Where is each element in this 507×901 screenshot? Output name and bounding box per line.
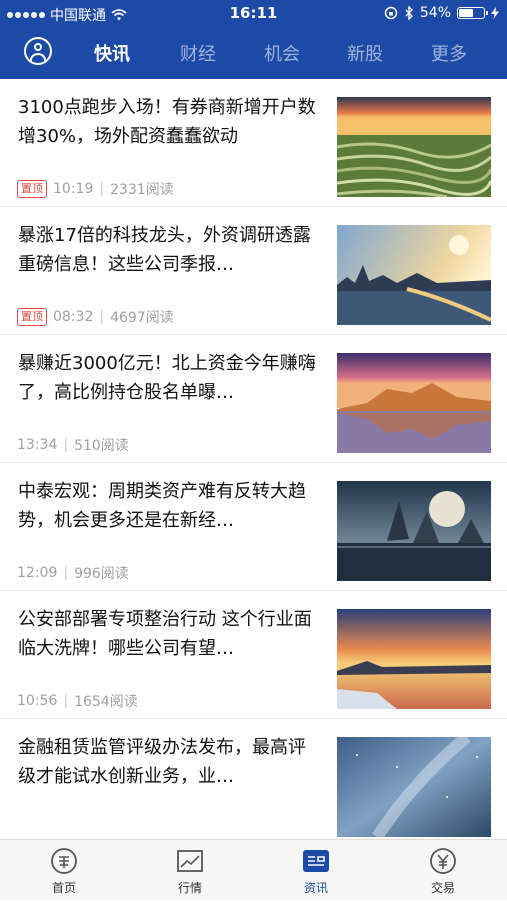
battery-percent: 54% xyxy=(419,5,451,21)
news-title[interactable]: 金融租赁监管评级办法发布，最高评级才能试水创新业务，业… xyxy=(18,733,318,791)
pinned-badge: 置顶 xyxy=(17,308,47,326)
news-reads: 2331阅读 xyxy=(110,182,174,198)
charging-icon xyxy=(491,7,499,19)
news-item[interactable]: 金融租赁监管评级办法发布，最高评级才能试水创新业务，业… xyxy=(0,719,507,839)
top-nav: 快讯 财经 机会 新股 更多 xyxy=(0,26,507,79)
news-time: 10:56 xyxy=(17,693,58,709)
news-meta: 13:34 | 510阅读 xyxy=(17,435,129,455)
yuan-icon xyxy=(430,848,456,874)
tab-kuaixun[interactable]: 快讯 xyxy=(94,40,130,66)
meta-divider: | xyxy=(99,181,105,197)
tab-home[interactable]: 首页 xyxy=(14,840,114,901)
news-time: 08:32 xyxy=(53,309,94,325)
tab-news-label: 资讯 xyxy=(303,881,328,895)
news-item[interactable]: 中泰宏观：周期类资产难有反转大趋势，机会更多还是在新经… 12:09 | 996… xyxy=(0,463,507,591)
news-item[interactable]: 公安部部署专项整治行动 这个行业面临大洗牌！哪些公司有望… 10:56 | 16… xyxy=(0,591,507,719)
meta-divider: | xyxy=(63,565,69,581)
news-time: 12:09 xyxy=(17,565,58,581)
tab-trade-label: 交易 xyxy=(430,881,455,895)
news-icon xyxy=(303,850,329,872)
news-thumbnail[interactable] xyxy=(337,97,491,197)
news-reads: 996阅读 xyxy=(74,566,129,582)
rotation-lock-icon xyxy=(384,6,398,20)
tab-market[interactable]: 行情 xyxy=(140,840,240,901)
news-meta: 置顶 08:32 | 4697阅读 xyxy=(17,307,174,327)
battery-icon xyxy=(457,7,488,19)
news-title[interactable]: 暴涨17倍的科技龙头，外资调研透露重磅信息！这些公司季报… xyxy=(18,221,318,279)
news-thumbnail[interactable] xyxy=(337,481,491,581)
news-time: 10:19 xyxy=(53,181,94,197)
news-meta: 置顶 10:19 | 2331阅读 xyxy=(17,179,174,199)
news-reads: 510阅读 xyxy=(74,438,129,454)
news-thumbnail[interactable] xyxy=(337,609,491,709)
tab-trade[interactable]: 交易 xyxy=(393,840,493,901)
news-time: 13:34 xyxy=(17,437,58,453)
tab-news[interactable]: 资讯 xyxy=(266,840,366,901)
news-thumbnail[interactable] xyxy=(337,225,491,325)
news-reads: 4697阅读 xyxy=(110,310,174,326)
tab-caijing[interactable]: 财经 xyxy=(180,40,216,66)
news-thumbnail[interactable] xyxy=(337,737,491,837)
news-item[interactable]: 3100点跑步入场！有券商新增开户数增30%，场外配资蠢蠢欲动 置顶 10:19… xyxy=(0,79,507,207)
tab-xingu[interactable]: 新股 xyxy=(347,40,383,66)
coupon-icon xyxy=(51,848,77,874)
status-right: 54% xyxy=(384,5,499,21)
news-meta: 10:56 | 1654阅读 xyxy=(17,691,138,711)
news-reads: 1654阅读 xyxy=(74,694,138,710)
user-avatar-icon[interactable] xyxy=(24,37,52,65)
chart-icon xyxy=(177,850,203,872)
news-item[interactable]: 暴涨17倍的科技龙头，外资调研透露重磅信息！这些公司季报… 置顶 08:32 |… xyxy=(0,207,507,335)
status-bar: 中国联通 16:11 54% xyxy=(0,0,507,26)
news-thumbnail[interactable] xyxy=(337,353,491,453)
bluetooth-icon xyxy=(405,6,413,20)
app-header: 中国联通 16:11 54% 快讯 财经 机会 新股 更多 xyxy=(0,0,507,79)
meta-divider: | xyxy=(63,693,69,709)
tab-gengduo[interactable]: 更多 xyxy=(431,40,467,66)
pinned-badge: 置顶 xyxy=(17,180,47,198)
meta-divider: | xyxy=(99,309,105,325)
tab-home-label: 首页 xyxy=(51,881,76,895)
bottom-tab-bar: 首页 行情 资讯 交易 xyxy=(0,839,507,900)
news-title[interactable]: 3100点跑步入场！有券商新增开户数增30%，场外配资蠢蠢欲动 xyxy=(18,93,318,151)
news-title[interactable]: 公安部部署专项整治行动 这个行业面临大洗牌！哪些公司有望… xyxy=(18,605,318,663)
news-item[interactable]: 暴赚近3000亿元！北上资金今年赚嗨了，高比例持仓股名单曝… 13:34 | 5… xyxy=(0,335,507,463)
tab-market-label: 行情 xyxy=(177,881,202,895)
tab-jihui[interactable]: 机会 xyxy=(264,40,300,66)
news-title[interactable]: 中泰宏观：周期类资产难有反转大趋势，机会更多还是在新经… xyxy=(18,477,318,535)
news-meta: 12:09 | 996阅读 xyxy=(17,563,129,583)
meta-divider: | xyxy=(63,437,69,453)
news-title[interactable]: 暴赚近3000亿元！北上资金今年赚嗨了，高比例持仓股名单曝… xyxy=(18,349,318,407)
